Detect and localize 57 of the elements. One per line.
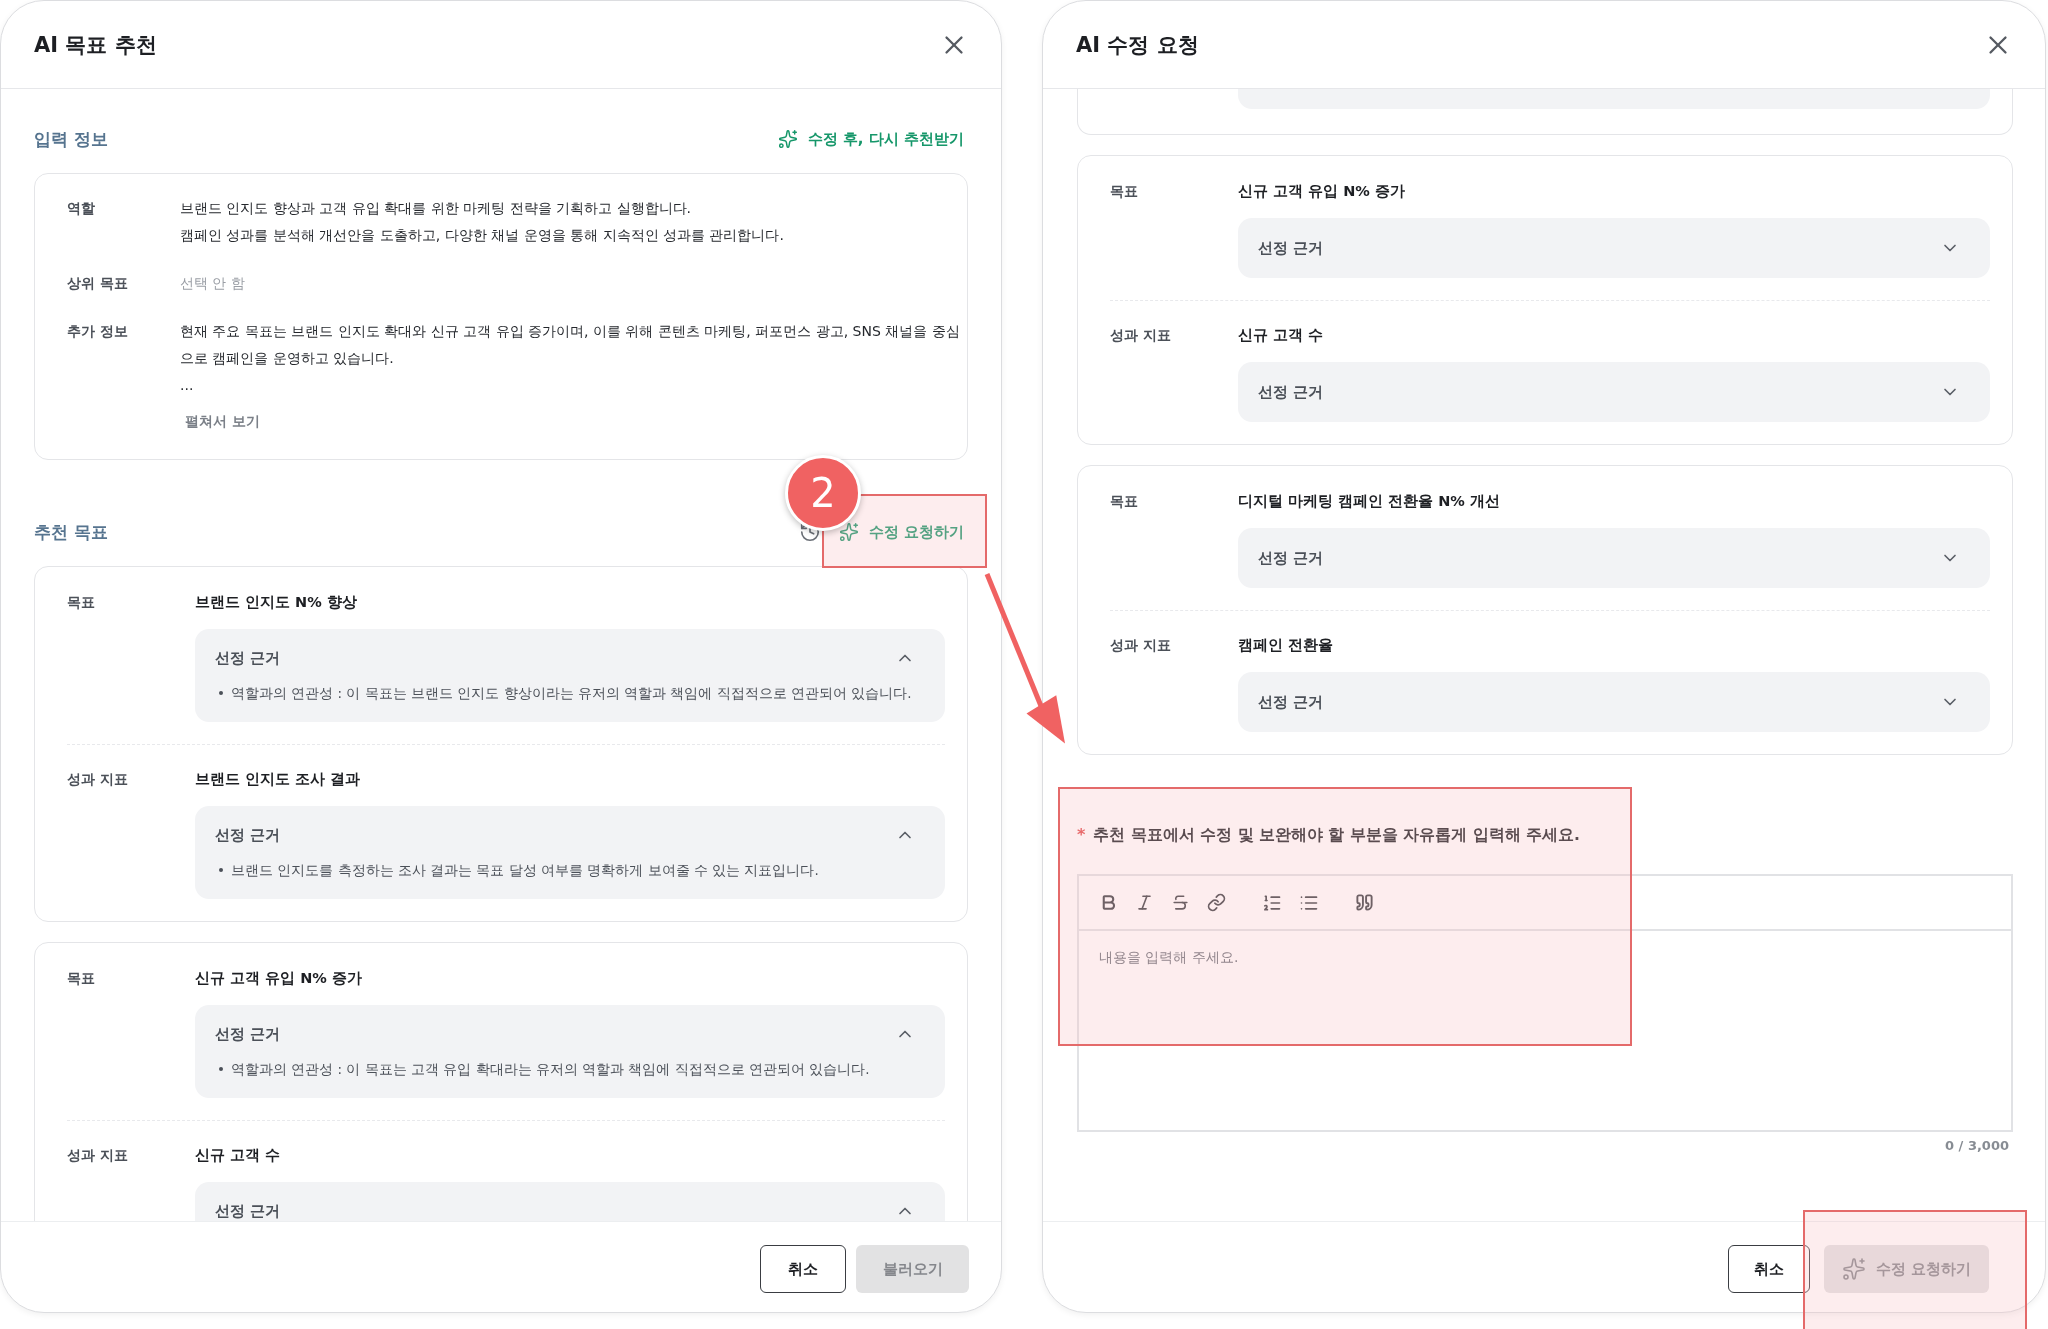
reason-toggle[interactable]: 선정 근거 [1258, 690, 1960, 714]
expand-link[interactable]: 펼쳐서 보기 [185, 409, 260, 433]
reason-toggle[interactable]: 선정 근거 [1258, 380, 1960, 404]
dialog-title: AI 목표 추천 [34, 31, 157, 59]
reason-toggle[interactable]: 선정 근거 [215, 646, 915, 670]
row-label: 성과 지표 [1110, 636, 1172, 655]
row-value: 신규 고객 유입 N% 증가 [1238, 182, 1406, 201]
bullet-icon [219, 868, 223, 872]
row-label: 목표 [67, 593, 96, 612]
field-value: 캠페인 성과를 분석해 개선안을 도출하고, 다양한 채널 운영을 통해 지속적인 성과를 관리합니다. [180, 226, 785, 245]
cancel-button[interactable]: 취소 [1727, 1245, 1810, 1293]
sparkle-icon [838, 522, 859, 542]
sparkle-icon [777, 129, 798, 149]
reason-toggle[interactable]: 선정 근거 [215, 1022, 915, 1046]
row-label: 목표 [67, 969, 96, 988]
field-value: 브랜드 인지도 향상과 고객 유입 확대를 위한 마케팅 전략을 기획하고 실행합니다. [180, 199, 692, 218]
reason-toggle[interactable]: 선정 근거 [215, 823, 915, 847]
row-value: 신규 고객 수 [1238, 326, 1325, 345]
section-title: 입력 정보 [34, 127, 108, 151]
italic-icon[interactable] [1135, 893, 1154, 912]
field-value: 으로 캠페인을 운영하고 있습니다. [180, 349, 395, 368]
reason-toggle[interactable]: 선정 근거 [1258, 236, 1960, 260]
row-value: 신규 고객 유입 N% 증가 [195, 969, 363, 988]
reason-text: 역할과의 연관성 : 이 목표는 고객 유입 확대라는 유저의 역할과 책임에 직접적으로 연관되어 있습니다. [231, 1060, 870, 1079]
row-label: 목표 [1110, 182, 1139, 201]
field-label: 역할 [67, 199, 96, 218]
field-label: 추가 정보 [67, 322, 129, 341]
row-label: 목표 [1110, 492, 1139, 511]
re-recommend-button[interactable]: 수정 후, 다시 추천받기 [773, 129, 968, 149]
row-value: 브랜드 인지도 N% 향상 [195, 593, 358, 612]
row-label: 성과 지표 [1110, 326, 1172, 345]
bullet-icon [219, 1067, 223, 1071]
section-title: 추천 목표 [34, 520, 108, 544]
row-label: 성과 지표 [67, 770, 129, 789]
quote-icon[interactable] [1355, 893, 1374, 912]
bullet-icon [219, 691, 223, 695]
field-value: 현재 주요 목표는 브랜드 인지도 확대와 신규 고객 유입 증가이며, 이를 위해 콘텐츠 마케팅, 퍼포먼스 광고, SNS 채널을 중심 [180, 322, 960, 341]
field-value: 선택 안 함 [180, 274, 246, 293]
reason-text: 브랜드 인지도를 측정하는 조사 결과는 목표 달성 여부를 명확하게 보여줄 수 있는 지표입니다. [231, 861, 819, 880]
row-value: 브랜드 인지도 조사 결과 [195, 770, 362, 789]
cancel-button[interactable]: 취소 [760, 1245, 846, 1293]
editor-label: 추천 목표에서 수정 및 보완해야 할 부분을 자유롭게 입력해 주세요. [1093, 825, 1580, 846]
field-label: 상위 목표 [67, 274, 129, 293]
reason-text: 역할과의 연관성 : 이 목표는 브랜드 인지도 향상이라는 유저의 역할과 책임에 직접적으로 연관되어 있습니다. [231, 684, 912, 703]
character-counter: 0 / 3,000 [1944, 1138, 2010, 1153]
link-icon[interactable] [1207, 893, 1226, 912]
reason-toggle[interactable]: 선정 근거 [1258, 546, 1960, 570]
row-label: 성과 지표 [67, 1146, 129, 1165]
strikethrough-icon[interactable] [1171, 893, 1190, 912]
row-value: 디지털 마케팅 캠페인 전환율 N% 개선 [1238, 492, 1501, 511]
dialog-title: AI 수정 요청 [1076, 31, 1199, 59]
field-value: ... [180, 376, 195, 395]
required-mark: * [1077, 824, 1086, 846]
row-value: 신규 고객 수 [195, 1146, 282, 1165]
rich-text-editor[interactable]: 내용을 입력해 주세요. [1077, 874, 2013, 1132]
row-value: 캠페인 전환율 [1238, 636, 1335, 655]
reason-toggle[interactable]: 선정 근거 [215, 1199, 915, 1221]
